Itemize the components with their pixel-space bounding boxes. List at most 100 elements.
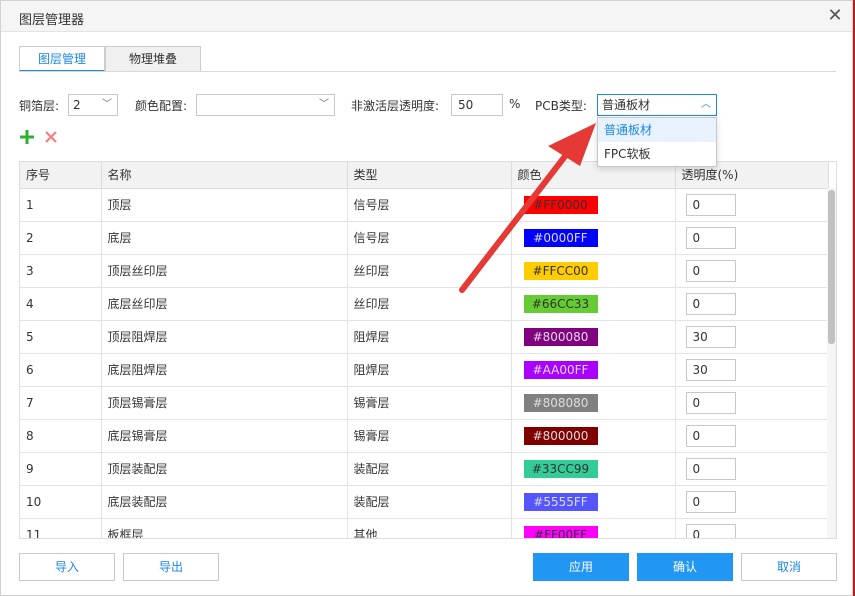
table-row[interactable]: 10 底层装配层 装配层 #5555FF 0 — [20, 485, 829, 519]
row-name: 底层锡膏层 — [101, 419, 348, 453]
color-swatch[interactable]: #0000FF — [523, 228, 598, 247]
table-scrollbar[interactable] — [827, 188, 836, 538]
opacity-input[interactable]: 0 — [685, 292, 736, 315]
row-index: 5 — [20, 320, 102, 354]
row-type: 丝印层 — [347, 287, 512, 321]
color-swatch[interactable]: #AA00FF — [523, 360, 598, 379]
color-swatch[interactable]: #66CC33 — [523, 294, 598, 313]
opacity-input[interactable]: 0 — [685, 424, 736, 447]
table-row[interactable]: 4 底层丝印层 丝印层 #66CC33 0 — [20, 287, 829, 321]
row-opacity-cell: 0 — [675, 221, 829, 255]
opacity-input[interactable]: 0 — [685, 226, 736, 249]
delete-x-icon[interactable] — [43, 127, 59, 147]
opacity-input[interactable]: 30 — [685, 325, 736, 348]
table-row[interactable]: 5 顶层阻焊层 阻焊层 #800080 30 — [20, 320, 829, 354]
export-button[interactable]: 导出 — [123, 553, 219, 581]
color-swatch[interactable]: #FFCC00 — [523, 261, 598, 280]
row-type: 其他 — [347, 518, 512, 538]
row-name: 底层丝印层 — [101, 287, 348, 321]
row-type: 丝印层 — [347, 254, 512, 288]
row-index: 6 — [20, 353, 102, 387]
table-row[interactable]: 7 顶层锡膏层 锡膏层 #808080 0 — [20, 386, 829, 420]
layer-table: 序号 名称 类型 颜色 透明度(%) 1 顶层 信号层 #FF0000 0 2 底层 信号层 #… — [19, 161, 837, 539]
layer-manager-dialog: 图层管理器 ✕ 图层管理 物理堆叠 铜箔层: 2 ﹀ 颜色配置: ﹀ 非激活层透… — [0, 0, 853, 596]
color-config-label: 颜色配置: — [135, 99, 188, 113]
inactive-opacity-unit: % — [509, 97, 521, 111]
row-name: 底层 — [101, 221, 348, 255]
table-row[interactable]: 1 顶层 信号层 #FF0000 0 — [20, 188, 829, 222]
row-name: 板框层 — [101, 518, 348, 538]
color-config-select[interactable]: ﹀ — [196, 94, 335, 116]
chevron-up-icon: ︿ — [701, 99, 711, 110]
opacity-input[interactable]: 0 — [685, 523, 736, 538]
row-type: 信号层 — [347, 188, 512, 222]
row-type: 阻焊层 — [347, 353, 512, 387]
tab-layer-management[interactable]: 图层管理 — [19, 46, 105, 72]
tab-physical-stackup[interactable]: 物理堆叠 — [105, 46, 201, 72]
row-index: 8 — [20, 419, 102, 453]
color-swatch[interactable]: #800000 — [523, 426, 598, 445]
header-index: 序号 — [20, 162, 102, 189]
row-type: 装配层 — [347, 485, 512, 519]
pcb-type-select[interactable]: 普通板材 ︿ — [597, 94, 717, 116]
pcb-type-option-standard[interactable]: 普通板材 — [598, 118, 716, 142]
apply-button[interactable]: 应用 — [533, 553, 629, 581]
table-row[interactable]: 8 底层锡膏层 锡膏层 #800000 0 — [20, 419, 829, 453]
row-name: 顶层装配层 — [101, 452, 348, 486]
row-color-cell: #0000FF — [511, 221, 676, 255]
copper-layers-select[interactable]: 2 ﹀ — [68, 94, 118, 116]
color-swatch[interactable]: #33CC99 — [523, 459, 598, 478]
row-color-cell: #FFCC00 — [511, 254, 676, 288]
inactive-opacity-input[interactable]: 50 — [451, 94, 503, 116]
tab-divider — [19, 71, 836, 72]
pcb-type-option-fpc[interactable]: FPC软板 — [598, 142, 716, 166]
plus-icon[interactable] — [19, 127, 35, 147]
row-opacity-cell: 0 — [675, 386, 829, 420]
table-row[interactable]: 9 顶层装配层 装配层 #33CC99 0 — [20, 452, 829, 486]
row-color-cell: #FF0000 — [511, 188, 676, 222]
row-color-cell: #5555FF — [511, 485, 676, 519]
row-name: 顶层丝印层 — [101, 254, 348, 288]
copper-layers-value: 2 — [73, 98, 81, 112]
row-type: 锡膏层 — [347, 419, 512, 453]
table-row[interactable]: 6 底层阻焊层 阻焊层 #AA00FF 30 — [20, 353, 829, 387]
cancel-button[interactable]: 取消 — [741, 553, 837, 581]
row-color-cell: #66CC33 — [511, 287, 676, 321]
row-color-cell: #800000 — [511, 419, 676, 453]
color-swatch[interactable]: #808080 — [523, 393, 598, 412]
import-button[interactable]: 导入 — [19, 553, 115, 581]
row-index: 2 — [20, 221, 102, 255]
table-row[interactable]: 3 顶层丝印层 丝印层 #FFCC00 0 — [20, 254, 829, 288]
row-color-cell: #800080 — [511, 320, 676, 354]
close-icon[interactable]: ✕ — [824, 5, 846, 27]
opacity-input[interactable]: 0 — [685, 259, 736, 282]
opacity-input[interactable]: 0 — [685, 391, 736, 414]
color-swatch[interactable]: #FF00FF — [523, 525, 598, 538]
color-swatch[interactable]: #800080 — [523, 327, 598, 346]
table-row[interactable]: 2 底层 信号层 #0000FF 0 — [20, 221, 829, 255]
window-title: 图层管理器 — [19, 13, 85, 28]
opacity-input[interactable]: 30 — [685, 358, 736, 381]
copper-layers-label: 铜箔层: — [19, 99, 60, 113]
row-name: 顶层 — [101, 188, 348, 222]
row-opacity-cell: 30 — [675, 353, 829, 387]
scroll-thumb[interactable] — [828, 190, 835, 344]
opacity-input[interactable]: 0 — [685, 457, 736, 480]
inactive-opacity-label: 非激活层透明度: — [351, 99, 440, 113]
color-swatch[interactable]: #FF0000 — [523, 195, 598, 214]
table-row[interactable]: 11 板框层 其他 #FF00FF 0 — [20, 518, 829, 538]
confirm-button[interactable]: 确认 — [637, 553, 733, 581]
row-name: 顶层阻焊层 — [101, 320, 348, 354]
row-color-cell: #AA00FF — [511, 353, 676, 387]
opacity-input[interactable]: 0 — [685, 490, 736, 513]
row-index: 11 — [20, 518, 102, 538]
opacity-input[interactable]: 0 — [685, 193, 736, 216]
row-opacity-cell: 0 — [675, 452, 829, 486]
row-type: 锡膏层 — [347, 386, 512, 420]
pcb-type-dropdown: 普通板材 FPC软板 — [597, 117, 717, 167]
row-index: 1 — [20, 188, 102, 222]
pcb-type-value: 普通板材 — [602, 98, 651, 112]
title-bar: 图层管理器 ✕ — [1, 1, 852, 32]
row-opacity-cell: 0 — [675, 518, 829, 538]
color-swatch[interactable]: #5555FF — [523, 492, 598, 511]
